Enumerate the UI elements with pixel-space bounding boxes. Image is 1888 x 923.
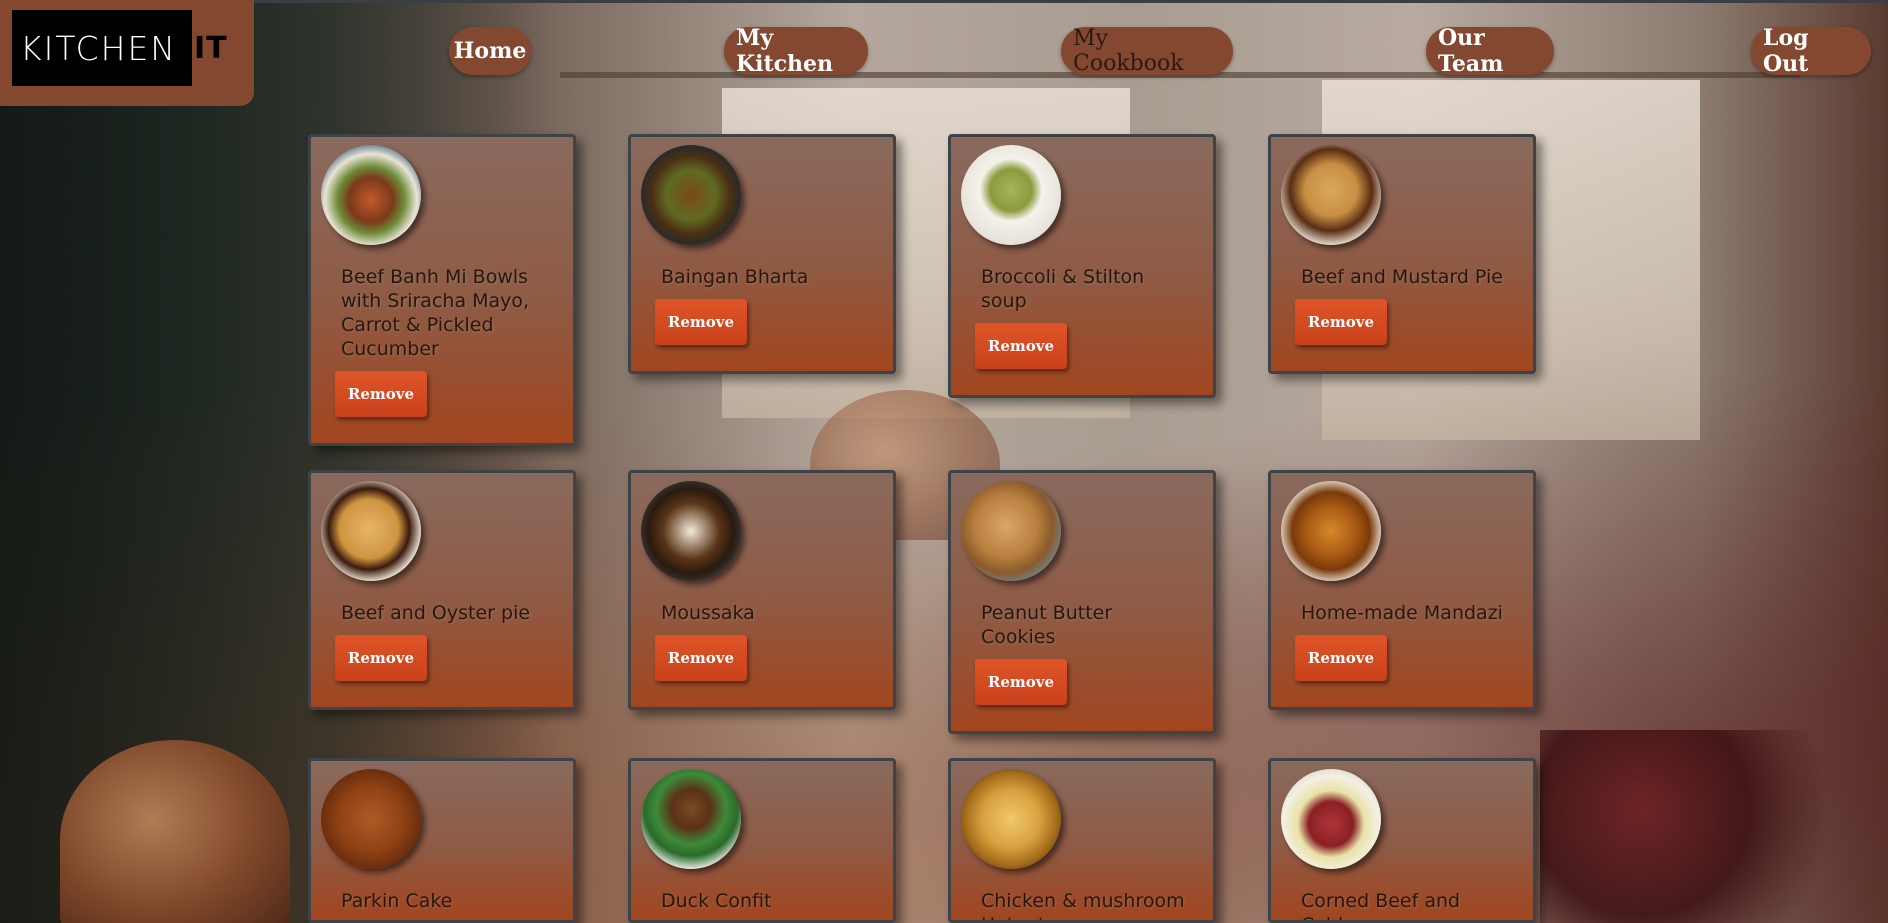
recipe-image[interactable]: [961, 481, 1061, 581]
recipe-title: Home-made Mandazi: [1301, 602, 1503, 624]
site-logo[interactable]: KITCHEN: [12, 10, 192, 86]
nav-home-button[interactable]: Home: [449, 27, 531, 75]
recipe-image[interactable]: [321, 769, 421, 869]
logo-accent[interactable]: IT: [192, 10, 240, 86]
recipe-image[interactable]: [641, 769, 741, 869]
nav-my-kitchen-button[interactable]: My Kitchen: [724, 25, 868, 77]
remove-recipe-button[interactable]: Remove: [335, 635, 427, 681]
recipe-card: Peanut Butter Cookies Remove: [948, 470, 1216, 734]
recipe-image[interactable]: [1281, 481, 1381, 581]
recipe-image[interactable]: [321, 145, 421, 245]
recipe-card: Beef Banh Mi Bowls with Sriracha Mayo, C…: [308, 134, 576, 446]
recipe-card: Parkin Cake: [308, 758, 576, 923]
recipe-image[interactable]: [1281, 145, 1381, 245]
recipe-card: Beef and Mustard Pie Remove: [1268, 134, 1536, 374]
background-grapes: [1540, 730, 1880, 923]
recipe-card: Beef and Oyster pie Remove: [308, 470, 576, 710]
recipe-title: Moussaka: [661, 602, 755, 624]
remove-recipe-button[interactable]: Remove: [1295, 299, 1387, 345]
recipe-image[interactable]: [641, 145, 741, 245]
remove-recipe-button[interactable]: Remove: [975, 323, 1067, 369]
recipe-image[interactable]: [961, 145, 1061, 245]
recipe-image[interactable]: [641, 481, 741, 581]
remove-recipe-button[interactable]: Remove: [1295, 635, 1387, 681]
nav-my-cookbook-button[interactable]: My Cookbook: [1061, 26, 1233, 76]
recipe-image[interactable]: [1281, 769, 1381, 869]
remove-recipe-button[interactable]: Remove: [335, 371, 427, 417]
recipe-title: Chicken & mushroom Hotpot: [981, 890, 1185, 920]
remove-recipe-button[interactable]: Remove: [975, 659, 1067, 705]
recipe-title: Beef and Mustard Pie: [1301, 266, 1503, 288]
nav-our-team-button[interactable]: Our Team: [1426, 25, 1554, 77]
recipe-card: Chicken & mushroom Hotpot: [948, 758, 1216, 923]
recipe-image[interactable]: [321, 481, 421, 581]
recipe-card: Broccoli & Stilton soup Remove: [948, 134, 1216, 398]
remove-recipe-button[interactable]: Remove: [655, 635, 747, 681]
recipe-card: Duck Confit: [628, 758, 896, 923]
recipe-title: Beef and Oyster pie: [341, 602, 531, 624]
recipe-title: Duck Confit: [661, 890, 772, 912]
recipe-card: Baingan Bharta Remove: [628, 134, 896, 374]
nav-log-out-button[interactable]: Log Out: [1751, 25, 1871, 77]
recipe-title: Beef Banh Mi Bowls with Sriracha Mayo, C…: [341, 266, 530, 360]
logo-text: KITCHEN: [20, 28, 177, 68]
recipe-title: Peanut Butter Cookies: [981, 602, 1113, 648]
logo-accent-text: IT: [194, 30, 228, 66]
top-border: [0, 0, 1888, 3]
recipe-title: Parkin Cake: [341, 890, 453, 912]
remove-recipe-button[interactable]: Remove: [655, 299, 747, 345]
recipe-title: Broccoli & Stilton soup: [981, 266, 1145, 312]
recipe-card: Corned Beef and Cabbage: [1268, 758, 1536, 923]
recipe-card: Home-made Mandazi Remove: [1268, 470, 1536, 710]
recipe-title: Corned Beef and Cabbage: [1301, 890, 1461, 920]
recipe-title: Baingan Bharta: [661, 266, 809, 288]
recipe-image[interactable]: [961, 769, 1061, 869]
recipe-card: Moussaka Remove: [628, 470, 896, 710]
